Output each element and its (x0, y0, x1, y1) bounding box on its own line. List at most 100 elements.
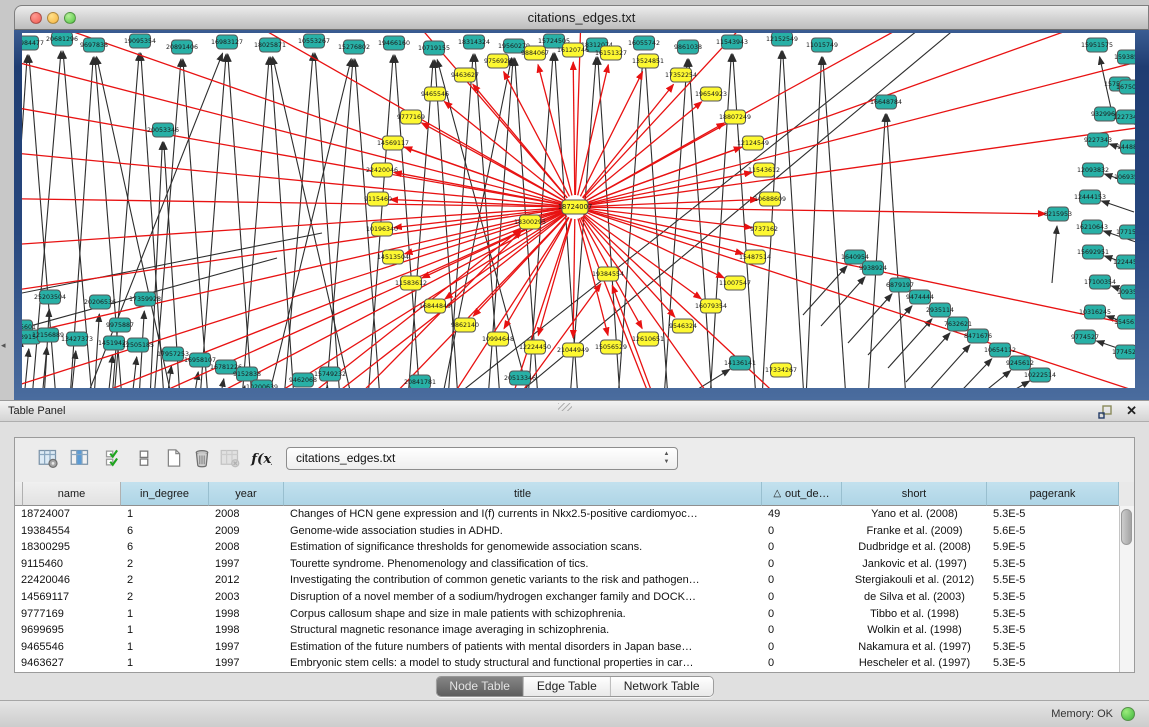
column-header-name[interactable]: name (23, 482, 121, 506)
table-cell[interactable]: 0 (762, 523, 842, 540)
table-rows-icon[interactable] (131, 445, 157, 471)
graph-edge[interactable] (1101, 201, 1134, 212)
column-header-short[interactable]: short (842, 482, 987, 506)
table-cell[interactable]: Stergiakouli et al. (2012) (842, 572, 987, 589)
splitter-grip[interactable] (558, 403, 572, 411)
table-cell[interactable]: 2008 (209, 539, 284, 556)
delete-columns-icon[interactable] (189, 445, 215, 471)
table-cell[interactable]: 1 (121, 655, 209, 672)
column-header-pagerank[interactable]: pagerank (987, 482, 1119, 506)
table-cell[interactable]: Corpus callosum shape and size in male p… (284, 606, 762, 623)
table-cell[interactable]: Structural magnetic resonance image aver… (284, 622, 762, 639)
graph-edge[interactable] (733, 54, 756, 388)
table-cell[interactable]: 6 (121, 539, 209, 556)
table-cell[interactable]: 5.6E-5 (987, 523, 1119, 540)
network-view[interactable]: 1598447720681296969783819095354208914061… (22, 33, 1135, 388)
graph-edge[interactable] (587, 200, 758, 207)
vertical-scrollbar[interactable] (1119, 506, 1134, 672)
graph-edge[interactable] (821, 277, 865, 326)
table-cell[interactable]: 1998 (209, 606, 284, 623)
tab-node-table[interactable]: Node Table (436, 677, 523, 696)
table-cell[interactable]: 0 (762, 606, 842, 623)
scrollbar-thumb[interactable] (1121, 509, 1132, 545)
table-mode-icon[interactable] (35, 445, 61, 471)
table-row[interactable]: 1456911722003Disruption of a novel membe… (15, 589, 1119, 606)
table-cell[interactable]: 14569117 (15, 589, 121, 606)
graph-edge[interactable] (762, 51, 781, 388)
table-cell[interactable]: 9699695 (15, 622, 121, 639)
table-cell[interactable]: Jankovic et al. (1997) (842, 556, 987, 573)
table-cell[interactable]: 5.9E-5 (987, 539, 1119, 556)
row-selection-icon[interactable] (101, 445, 127, 471)
table-cell[interactable]: de Silva et al. (2003) (842, 589, 987, 606)
table-cell[interactable]: 2003 (209, 589, 284, 606)
graph-edge[interactable] (242, 57, 269, 388)
delete-table-icon[interactable] (217, 445, 243, 471)
graph-edge[interactable] (948, 359, 992, 388)
table-cell[interactable]: 5.3E-5 (987, 655, 1119, 672)
table-cell[interactable]: 0 (762, 622, 842, 639)
table-cell[interactable]: 19384554 (15, 523, 121, 540)
table-cell[interactable]: Embryonic stem cells: a model to study s… (284, 655, 762, 672)
graph-edge[interactable] (573, 62, 575, 195)
table-cell[interactable]: 49 (762, 506, 842, 523)
table-cell[interactable]: Genome-wide association studies in ADHD. (284, 523, 762, 540)
graph-edge[interactable] (806, 57, 822, 388)
graph-edge[interactable] (587, 123, 1135, 205)
tab-edge-table[interactable]: Edge Table (523, 677, 610, 696)
table-cell[interactable]: 18724007 (15, 506, 121, 523)
table-cell[interactable]: 0 (762, 589, 842, 606)
table-cell[interactable]: 0 (762, 639, 842, 656)
network-canvas[interactable]: 1598447720681296969783819095354208914061… (22, 33, 1135, 388)
table-cell[interactable]: 1997 (209, 639, 284, 656)
table-cell[interactable]: 1 (121, 606, 209, 623)
column-header-title[interactable]: title (284, 482, 762, 506)
table-cell[interactable]: 1997 (209, 556, 284, 573)
graph-edge[interactable] (1052, 226, 1057, 283)
table-cell[interactable]: 9465546 (15, 639, 121, 656)
graph-edge[interactable] (315, 53, 340, 388)
graph-edge[interactable] (284, 53, 313, 388)
column-header-out_de[interactable]: △out_de… (762, 482, 842, 506)
graph-edge[interactable] (803, 266, 847, 315)
table-cell[interactable]: 6 (121, 523, 209, 540)
graph-edge[interactable] (132, 357, 137, 388)
table-cell[interactable]: 2009 (209, 523, 284, 540)
network-window-titlebar[interactable]: citations_edges.txt (14, 5, 1149, 30)
graph-edge[interactable] (664, 59, 687, 388)
table-cell[interactable]: 5.3E-5 (987, 639, 1119, 656)
table-cell[interactable]: Franke et al. (2009) (842, 523, 987, 540)
table-cell[interactable]: 9777169 (15, 606, 121, 623)
memory-status-indicator[interactable] (1121, 707, 1135, 721)
table-cell[interactable]: Estimation of significance thresholds fo… (284, 539, 762, 556)
table-row[interactable]: 977716911998Corpus callosum shape and si… (15, 606, 1119, 623)
graph-edge[interactable] (783, 51, 804, 388)
function-builder-icon[interactable]: f(x) (247, 445, 273, 471)
graph-edge[interactable] (887, 114, 906, 388)
table-cell[interactable]: 9115460 (15, 556, 121, 573)
graph-edge[interactable] (22, 48, 563, 204)
table-cell[interactable]: 2 (121, 589, 209, 606)
table-cell[interactable]: 5.3E-5 (987, 622, 1119, 639)
table-cell[interactable]: Dudbridge et al. (2008) (842, 539, 987, 556)
table-cell[interactable]: Tibbo et al. (1998) (842, 606, 987, 623)
table-cell[interactable]: 5.3E-5 (987, 556, 1119, 573)
table-row[interactable]: 1872400712008Changes of HCN gene express… (15, 506, 1119, 523)
graph-edge[interactable] (194, 372, 198, 388)
table-cell[interactable]: 1998 (209, 622, 284, 639)
table-cell[interactable]: 5.3E-5 (987, 606, 1119, 623)
table-cell[interactable]: 2 (121, 556, 209, 573)
table-cell[interactable]: 9463627 (15, 655, 121, 672)
table-cell[interactable]: Disruption of a novel member of a sodium… (284, 589, 762, 606)
table-cell[interactable]: 1997 (209, 655, 284, 672)
table-cell[interactable]: Tourette syndrome. Phenomenology and cla… (284, 556, 762, 573)
column-header-in_degree[interactable]: in_degree (121, 482, 209, 506)
graph-edge[interactable] (22, 33, 564, 203)
table-cell[interactable]: 18300295 (15, 539, 121, 556)
column-header-year[interactable]: year (209, 482, 284, 506)
table-cell[interactable]: Wolkin et al. (1998) (842, 622, 987, 639)
table-row[interactable]: 1830029562008Estimation of significance … (15, 539, 1119, 556)
tab-network-table[interactable]: Network Table (610, 677, 713, 696)
table-row[interactable]: 911546021997Tourette syndrome. Phenomeno… (15, 556, 1119, 573)
table-cell[interactable]: 0 (762, 556, 842, 573)
